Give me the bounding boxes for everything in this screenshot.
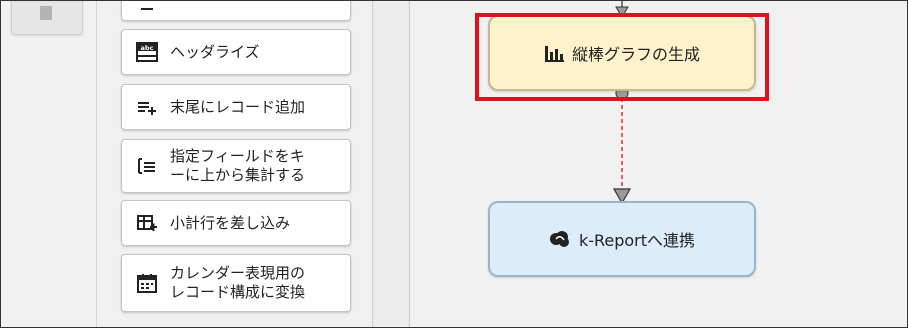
append-list-icon: [136, 96, 158, 118]
app-frame: abc ヘッダライズ 末尾にレコード追加 指定フィールドをキ ーに上から集計する…: [0, 0, 908, 328]
palette-item-subtotal[interactable]: 小計行を差し込み: [121, 200, 351, 246]
left-strip-button[interactable]: [11, 1, 83, 35]
node-k-report-link[interactable]: k-Reportへ連携: [488, 201, 756, 277]
palette-item-label: ヘッダライズ: [170, 42, 260, 61]
palette-item-headerize[interactable]: abc ヘッダライズ: [121, 29, 351, 75]
abc-header-icon: abc: [136, 41, 158, 63]
calendar-icon: [136, 272, 158, 294]
flow-canvas[interactable]: 縦棒グラフの生成 k-Reportへ連携: [410, 1, 907, 327]
subtotal-table-icon: [136, 212, 158, 234]
k-report-logo-icon: [549, 230, 571, 248]
panel-divider[interactable]: [373, 1, 410, 327]
trash-icon: [40, 6, 52, 20]
palette-item-truncated[interactable]: [121, 1, 351, 21]
palette-item-label: 小計行を差し込み: [170, 213, 291, 232]
palette-item-label: カレンダー表現用の レコード構成に変換: [170, 264, 306, 301]
palette-item-label: 末尾にレコード追加: [170, 97, 306, 116]
palette-item-calendar-convert[interactable]: カレンダー表現用の レコード構成に変換: [121, 254, 351, 312]
component-palette: abc ヘッダライズ 末尾にレコード追加 指定フィールドをキ ーに上から集計する…: [97, 1, 373, 327]
aggregate-list-icon: [136, 155, 158, 177]
left-strip: [1, 1, 97, 327]
svg-text:abc: abc: [141, 44, 154, 52]
palette-item-append-record[interactable]: 末尾にレコード追加: [121, 84, 351, 130]
selection-highlight: [475, 13, 769, 101]
palette-item-aggregate[interactable]: 指定フィールドをキ ーに上から集計する: [121, 139, 351, 193]
truncated-item-icon: [136, 1, 158, 17]
palette-item-label: 指定フィールドをキ ーに上から集計する: [170, 147, 306, 184]
node-label: k-Reportへ連携: [578, 231, 696, 250]
